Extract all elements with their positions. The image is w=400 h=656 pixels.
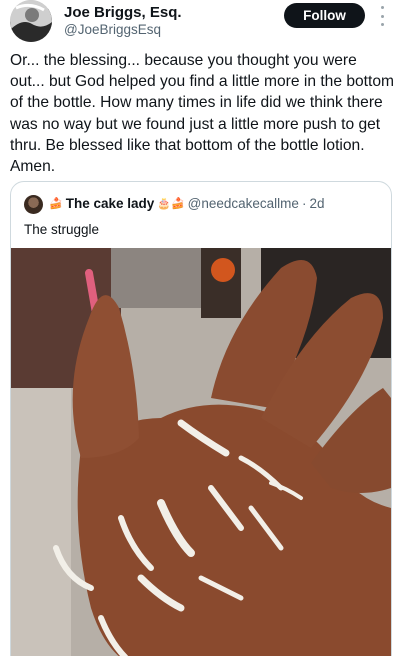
meta-separator: · — [301, 196, 307, 211]
dot — [380, 6, 384, 9]
quoted-time[interactable]: 2d — [309, 196, 324, 211]
quoted-avatar[interactable] — [24, 195, 43, 214]
dot — [380, 23, 384, 26]
profile-photo-icon[interactable] — [10, 0, 52, 42]
photo-hand-with-lotion[interactable] — [11, 248, 391, 656]
quoted-text: The struggle — [24, 222, 100, 237]
quoted-tweet[interactable]: 🍰 The cake lady 🎂🍰 @needcakecallme · 2d … — [10, 181, 392, 656]
author-handle[interactable]: @JoeBriggsEsq — [64, 22, 161, 37]
tweet-header: Joe Briggs, Esq. @JoeBriggsEsq Follow — [0, 0, 400, 44]
author-name[interactable]: Joe Briggs, Esq. — [64, 4, 182, 21]
more-dots-icon[interactable] — [377, 6, 387, 26]
cake-emojis-icon: 🎂🍰 — [157, 197, 185, 210]
tweet-text: Or... the blessing... because you though… — [10, 52, 395, 176]
dot — [380, 14, 384, 18]
quoted-handle[interactable]: @needcakecallme — [188, 196, 299, 211]
follow-button[interactable]: Follow — [284, 3, 365, 28]
quoted-meta: 🍰 The cake lady 🎂🍰 @needcakecallme · 2d — [49, 196, 324, 211]
cake-emoji-icon: 🍰 — [49, 197, 63, 210]
quoted-name[interactable]: The cake lady — [66, 196, 155, 211]
